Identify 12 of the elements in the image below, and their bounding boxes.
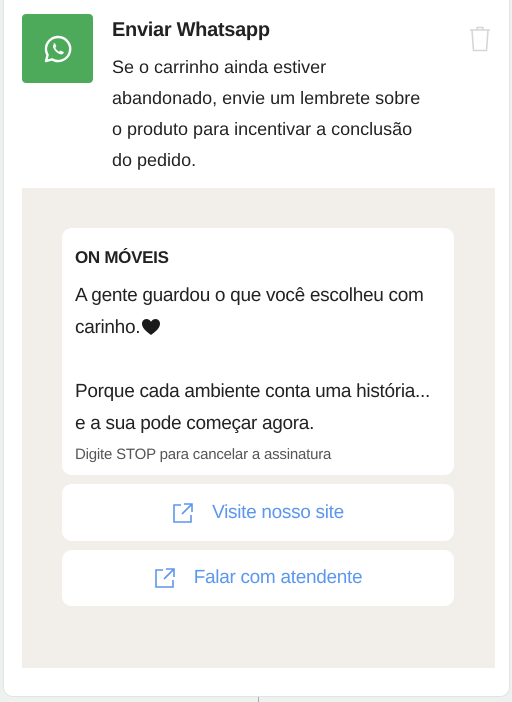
external-link-icon xyxy=(172,502,194,524)
step-description: Se o carrinho ainda estiver abandonado, envie um lembrete sobre o produto para incentivar a conclusão do pedido. xyxy=(112,56,422,172)
external-link-icon xyxy=(154,567,176,589)
step-title: Enviar Whatsapp xyxy=(112,19,271,42)
sender-name: ON MÓVEIS xyxy=(75,248,170,268)
trash-icon[interactable] xyxy=(469,26,491,52)
unsubscribe-note: Digite STOP para cancelar a assinatura xyxy=(75,446,332,463)
link-button[interactable]: Visite nosso site xyxy=(62,484,454,541)
chat-bubble-phone-icon xyxy=(42,34,72,64)
message-text: Porque cada ambiente conta uma história... e a sua pode começar agora. xyxy=(75,381,430,434)
message-text: A gente guardou o que você escolheu com carinho. xyxy=(75,285,424,338)
link-button[interactable]: Falar com atendente xyxy=(62,550,454,606)
